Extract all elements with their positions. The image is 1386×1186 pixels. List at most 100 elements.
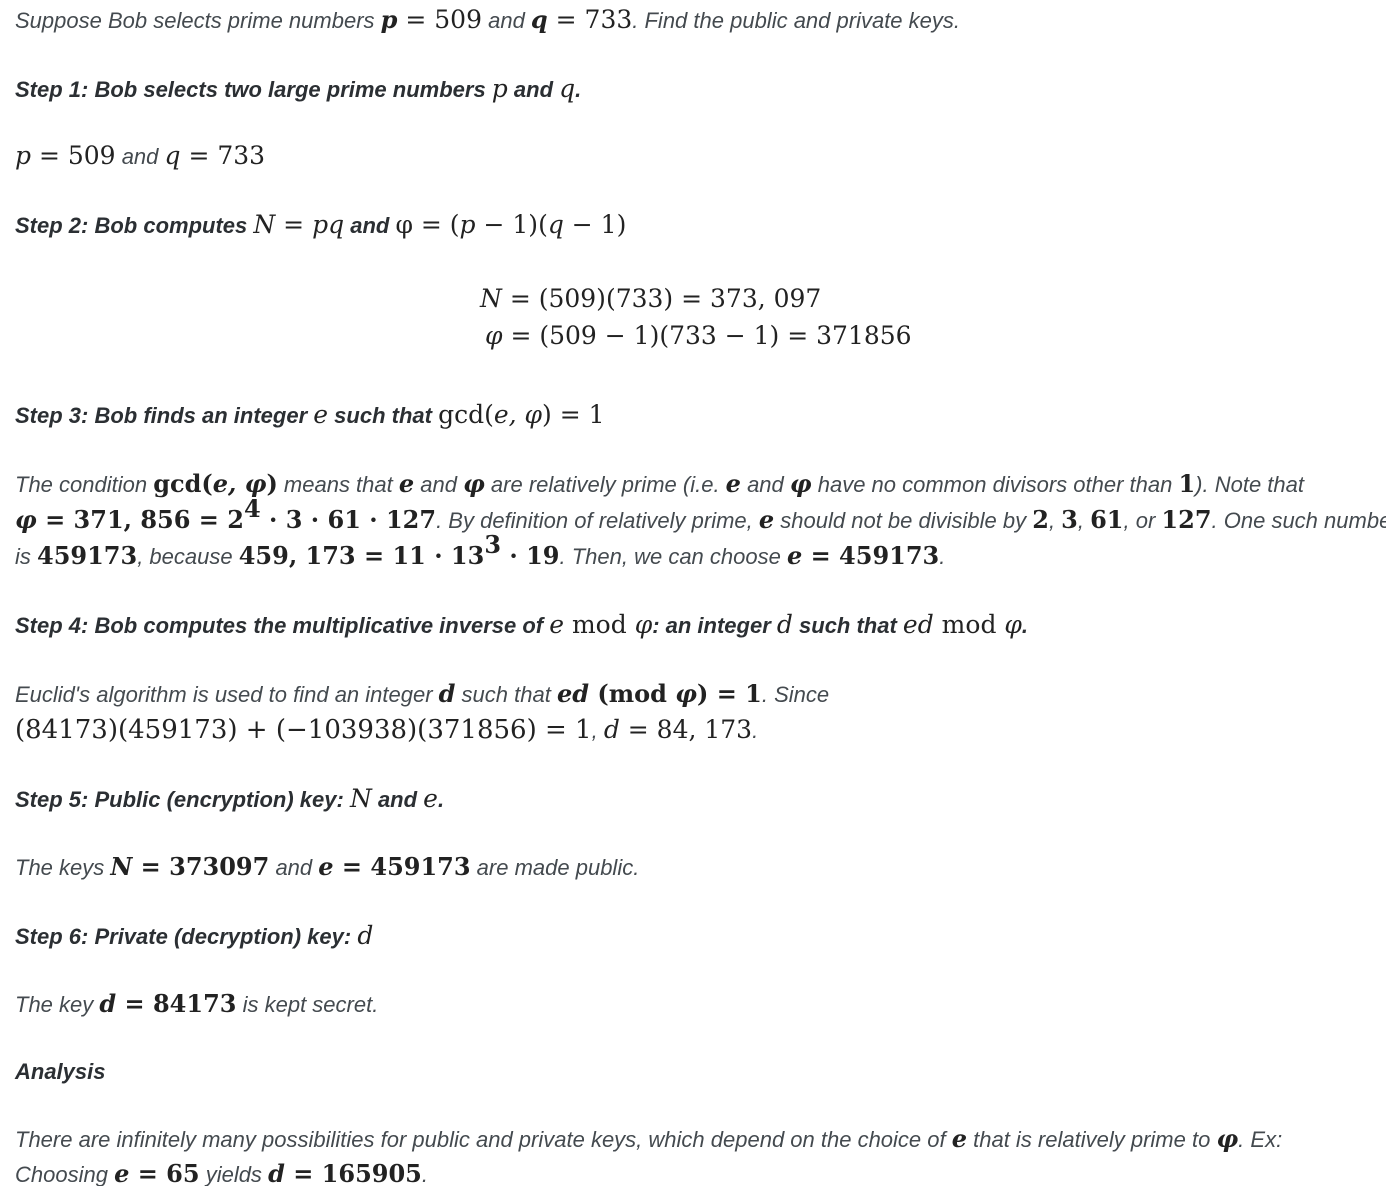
math-var: e, φ [493, 400, 543, 429]
math-exponent: 4 [243, 494, 261, 523]
math-expr: · 3 · 61 · 127 [260, 505, 437, 534]
math-expr: ) = 1 [696, 679, 762, 708]
body-text: should not be divisible by [774, 508, 1033, 533]
math-var: N [253, 210, 276, 239]
body-text: . [421, 1162, 428, 1186]
body-text: means that [277, 472, 399, 497]
math-var: pq [312, 210, 345, 239]
math-var: e [725, 469, 741, 498]
math-expr: = [275, 210, 313, 239]
math-var: q [530, 5, 548, 34]
problem-statement: Suppose Bob selects prime numbers p = 50… [15, 2, 960, 42]
body-text: yields [199, 1162, 269, 1186]
analysis-heading: Analysis [15, 1054, 106, 1093]
math-var: φ [485, 321, 503, 350]
math-var: e [318, 852, 334, 881]
math-expr: gcd( [153, 469, 213, 498]
math-num: 1 [1178, 469, 1196, 498]
math-expr: = 65 [129, 1159, 200, 1186]
math-var: φ [463, 469, 485, 498]
math-var: p [15, 141, 32, 170]
math-var: e [398, 469, 415, 498]
math-expr: mod [564, 610, 635, 639]
math-var: d [438, 679, 456, 708]
step4-paragraph-line1: Euclid's algorithm is used to find an in… [15, 676, 829, 716]
math-var: d [99, 989, 117, 1018]
math-expr: (84173)(459173) + (−103938)(371856) = 1 [15, 715, 592, 745]
problem-text: . Find the public and private keys. [632, 8, 960, 33]
heading-text: and [507, 77, 560, 102]
step1-heading: Step 1: Bob selects two large prime numb… [15, 71, 581, 111]
math-var: d [603, 715, 620, 744]
body-text: ). Note that [1195, 472, 1305, 497]
math-expr: φ = ( [395, 210, 460, 239]
body-text: . Since [761, 682, 830, 707]
body-text: Choosing [15, 1162, 115, 1186]
math-var: e [114, 1159, 130, 1186]
math-var: φ [675, 679, 697, 708]
math-var: ed [556, 679, 590, 708]
heading-text: Step 1: Bob selects two large prime numb… [15, 77, 492, 102]
math-expr: 459, 173 = 11 · 13 [238, 541, 485, 570]
math-expr: mod [933, 610, 1005, 639]
heading-text: . [1021, 613, 1029, 638]
math-var: q [164, 141, 181, 170]
math-var: φ [15, 505, 37, 534]
step6-heading: Step 6: Private (decryption) key: d [15, 918, 373, 958]
body-text: . [752, 718, 759, 743]
body-text: . Then, we can choose [559, 544, 787, 569]
math-var: q [547, 210, 564, 239]
math-var: φ [1216, 1124, 1239, 1153]
body-text: . Ex: [1238, 1127, 1283, 1152]
heading-text: and [371, 787, 424, 812]
step3-paragraph-line3: is 459173, because 459, 173 = 11 · 133 ·… [15, 533, 946, 578]
body-text: is kept secret. [236, 992, 379, 1017]
analysis-paragraph-line1: There are infinitely many possibilities … [15, 1121, 1282, 1161]
math-var: p [491, 74, 508, 103]
math-expr: = 459173 [333, 852, 471, 881]
heading-text: Step 5: Public (encryption) key: [15, 787, 350, 812]
body-text: The condition [15, 472, 154, 497]
equation-N: N = (509)(733) = 373, 097 [480, 281, 821, 321]
heading-text: such that [792, 613, 903, 638]
step4-paragraph-line2: (84173)(459173) + (−103938)(371856) = 1,… [15, 712, 758, 752]
math-expr: = (509)(733) = 373, 097 [501, 284, 822, 313]
body-text: are made public. [470, 855, 640, 880]
math-var: N [110, 852, 133, 881]
math-var: d [268, 1159, 285, 1186]
body-text: Euclid's algorithm is used to find an in… [15, 682, 439, 707]
heading-text: Step 4: Bob computes the multiplicative … [15, 613, 550, 638]
math-var: d [357, 921, 374, 950]
heading-text: Step 6: Private (decryption) key: [15, 924, 358, 949]
math-var: e [758, 505, 775, 534]
step3-heading: Step 3: Bob finds an integer e such that… [15, 397, 605, 437]
step2-heading: Step 2: Bob computes N = pq and φ = (p −… [15, 207, 626, 247]
step5-paragraph: The keys N = 373097 and e = 459173 are m… [15, 849, 639, 889]
math-expr: = 371, 856 = 2 [36, 505, 244, 534]
body-text: , [1048, 508, 1062, 533]
math-var: φ [634, 610, 653, 639]
body-text: and [115, 144, 165, 169]
math-num: 3 [1061, 505, 1078, 534]
math-expr: = (509 − 1)(733 − 1) = 371856 [502, 321, 912, 350]
step5-heading: Step 5: Public (encryption) key: N and e… [15, 781, 444, 821]
equation-phi: φ = (509 − 1)(733 − 1) = 371856 [485, 318, 912, 358]
body-text: such that [455, 682, 557, 707]
math-expr: = 733 [547, 5, 633, 34]
math-var: e [951, 1124, 968, 1153]
body-text: and [269, 855, 319, 880]
heading-text: : an integer [652, 613, 777, 638]
body-text: . [939, 544, 946, 569]
math-expr: gcd( [438, 400, 494, 429]
math-expr: ) [266, 469, 278, 498]
problem-text: Suppose Bob selects prime numbers [15, 8, 381, 33]
heading-text: and [344, 213, 396, 238]
body-text: There are infinitely many possibilities … [15, 1127, 952, 1152]
body-text: . One such number [1211, 508, 1386, 533]
math-expr: = 84173 [116, 989, 237, 1018]
math-num: 127 [1161, 505, 1212, 534]
body-text: are relatively prime (i.e. [484, 472, 726, 497]
math-expr: ) = 1 [542, 400, 605, 429]
math-expr: − 1)( [475, 210, 548, 239]
math-var: φ [1004, 610, 1022, 639]
